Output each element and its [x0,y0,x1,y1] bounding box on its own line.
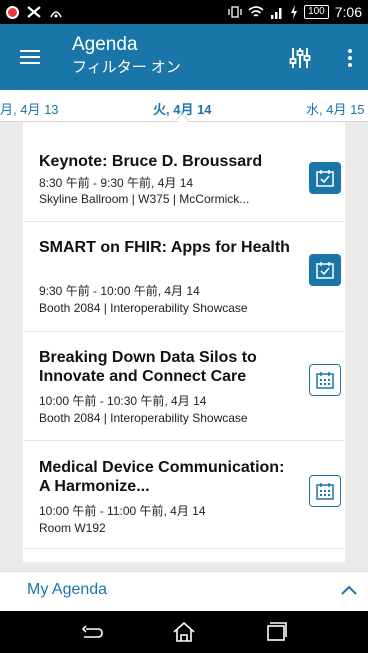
tools-icon [27,6,41,18]
back-icon[interactable] [80,621,104,643]
filter-status: フィルター オン [72,59,181,76]
calendar-icon [316,483,334,500]
wifi-icon [248,6,264,17]
session-title: Breaking Down Data Silos to Innovate and… [39,349,257,385]
my-agenda-bar[interactable]: My Agenda [0,571,368,611]
system-nav-bar [0,611,368,653]
session-location: Booth 2084 | Interoperability Showcase [39,411,248,425]
remove-from-agenda-button[interactable] [309,254,341,286]
title-block: Agenda フィルター オン [72,34,181,78]
record-icon [6,5,19,19]
status-bar: 100 7:06 [0,0,368,24]
session-title: SMART on FHIR: Apps for Health [39,239,290,256]
session-time: 8:30 午前 - 9:30 午前, 4月 14 [39,176,194,190]
session-card[interactable]: Breaking Down Data Silos to Innovate and… [23,332,345,441]
tab-next-day[interactable]: 水, 4月 15 [306,99,365,118]
session-location: Booth 2084 | Interoperability Showcase [39,301,248,315]
session-title: Keynote: Bruce D. Broussard [39,153,263,170]
session-time: 9:30 午前 - 10:00 午前, 4月 14 [39,284,200,298]
remove-from-agenda-button[interactable] [309,162,341,194]
battery-level: 100 [304,5,329,19]
my-agenda-label: My Agenda [27,581,108,598]
hotspot-icon [50,11,62,18]
page-title: Agenda [72,34,138,55]
add-to-agenda-button[interactable] [309,364,341,396]
session-time: 10:00 午前 - 10:30 午前, 4月 14 [39,394,207,408]
signal-icon [271,8,282,19]
session-card[interactable]: Medical Device Communication: A Harmoniz… [23,441,345,549]
session-card[interactable]: Keynote: Bruce D. Broussard 8:30 午前 - 9:… [23,122,345,222]
chevron-up-icon[interactable] [340,584,358,596]
session-title: Medical Device Communication: A Harmoniz… [39,459,285,495]
session-time: 10:00 午前 - 11:00 午前, 4月 14 [39,504,206,518]
session-list[interactable]: Keynote: Bruce D. Broussard 8:30 午前 - 9:… [23,122,345,562]
home-icon[interactable] [172,621,196,643]
date-tabs: 月, 4月 13 火, 4月 14 水, 4月 15 [0,90,368,126]
app-bar: Agenda フィルター オン [0,24,368,90]
menu-icon[interactable] [20,50,40,64]
charging-icon [291,5,298,19]
session-location: Skyline Ballroom | W375 | McCormick... [39,192,250,206]
filter-sliders-icon[interactable] [288,46,312,70]
recent-apps-icon[interactable] [264,621,288,643]
calendar-icon [316,372,334,389]
calendar-check-icon [316,170,334,187]
status-time: 7:06 [334,4,362,20]
tab-prev-day[interactable]: 月, 4月 13 [0,99,59,118]
add-to-agenda-button[interactable] [309,475,341,507]
vibrate-icon [228,6,242,18]
calendar-check-icon [316,262,334,279]
more-options-icon[interactable] [346,46,354,70]
session-card[interactable]: SMART on FHIR: Apps for Health 9:30 午前 -… [23,222,345,332]
session-location: Room W192 [39,521,106,535]
